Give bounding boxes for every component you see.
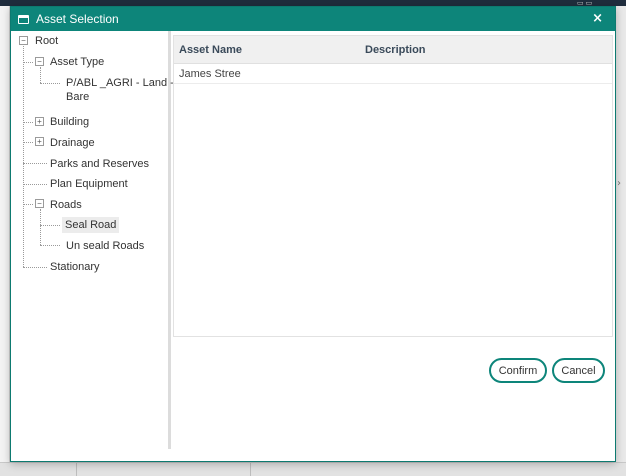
tree-connector — [23, 184, 47, 185]
background-app-sidebar — [0, 6, 10, 476]
tree-item-label: Bare — [66, 91, 90, 103]
tree-connector — [23, 204, 33, 205]
tree-connector — [23, 122, 33, 123]
tree-connector — [40, 225, 60, 226]
tree-item-un-seald-roads[interactable]: Un seald Roads — [66, 239, 144, 253]
grid-header: Asset Name Description — [174, 36, 612, 64]
asset-selection-dialog: Asset Selection × − − + + − Root Asset T… — [10, 6, 616, 462]
confirm-button[interactable]: Confirm — [489, 358, 547, 383]
footer-divider — [250, 463, 251, 476]
tree-item-asset-type[interactable]: Asset Type — [50, 55, 104, 69]
tree-connector — [40, 67, 41, 83]
tree-connector — [40, 83, 60, 84]
cancel-button[interactable]: Cancel — [552, 358, 605, 383]
tree-item-plan-equipment[interactable]: Plan Equipment — [50, 177, 128, 191]
collapse-root-toggle[interactable]: − — [19, 36, 28, 45]
tree-connector — [40, 209, 41, 245]
tree-connector — [23, 142, 33, 143]
tree-connector — [23, 163, 47, 164]
tree-item-seal-road[interactable]: Seal Road — [62, 217, 120, 233]
window-icon — [18, 14, 29, 24]
expand-drainage-toggle[interactable]: + — [35, 137, 44, 146]
tree-item-building[interactable]: Building — [50, 115, 89, 129]
tree-item-stationary[interactable]: Stationary — [50, 260, 100, 274]
tree-item-roads[interactable]: Roads — [50, 198, 82, 212]
asset-grid: Asset Name Description James Stree — [173, 35, 613, 337]
tree-item-drainage[interactable]: Drainage — [50, 136, 95, 150]
asset-tree: − − + + − Root Asset Type P/ABL _AGRI - … — [11, 31, 174, 449]
tree-item-label: P/ABL _AGRI - Land - — [66, 77, 174, 89]
background-app-footer — [0, 462, 626, 476]
expand-building-toggle[interactable]: + — [35, 117, 44, 126]
close-button[interactable]: × — [592, 11, 603, 27]
tree-connector — [23, 46, 24, 267]
cell-asset-name: James Stree — [179, 67, 241, 80]
table-row[interactable]: James Stree — [174, 64, 612, 84]
tree-item-root[interactable]: Root — [35, 34, 58, 48]
column-header-description[interactable]: Description — [362, 44, 426, 56]
collapse-roads-toggle[interactable]: − — [35, 199, 44, 208]
column-header-asset-name[interactable]: Asset Name — [174, 44, 362, 56]
tree-item-parks-and-reserves[interactable]: Parks and Reserves — [50, 157, 149, 171]
tree-connector — [23, 267, 47, 268]
tree-connector — [23, 62, 33, 63]
tree-item-pabl-agri-land-bare[interactable]: P/ABL _AGRI - Land - Bare — [66, 76, 174, 104]
dialog-title: Asset Selection — [36, 12, 119, 26]
footer-divider — [76, 463, 77, 476]
chevron-right-icon: › — [617, 178, 621, 189]
dialog-titlebar: Asset Selection × — [11, 7, 615, 31]
collapse-asset-type-toggle[interactable]: − — [35, 57, 44, 66]
tree-connector — [40, 245, 60, 246]
